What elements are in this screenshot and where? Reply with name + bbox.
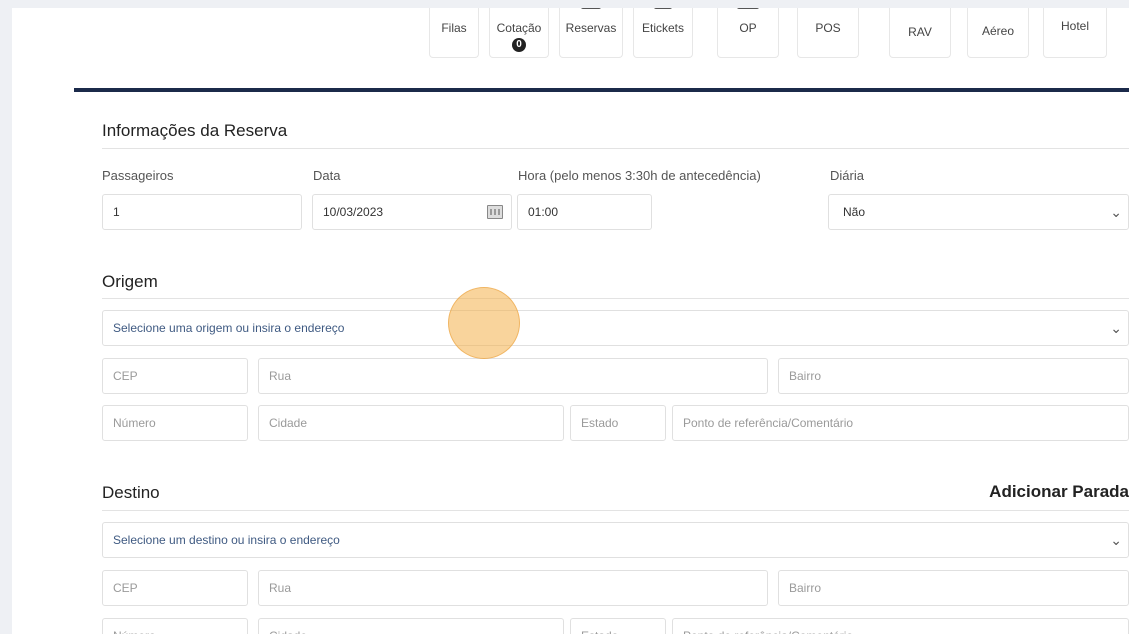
origem-estado-input[interactable]: Estado: [570, 405, 666, 441]
screen-frame: Filas Cotação 0 Reservas Etickets OP POS…: [0, 0, 1129, 634]
add-stop-link[interactable]: Adicionar Parada: [989, 482, 1129, 502]
nav-op[interactable]: OP: [717, 8, 779, 58]
nav-hotel[interactable]: Hotel: [1043, 8, 1107, 58]
origem-rua-input[interactable]: Rua: [258, 358, 768, 394]
data-label: Data: [313, 168, 341, 183]
diaria-select[interactable]: Não ⌄: [828, 194, 1129, 230]
destino-cidade-input[interactable]: Cidade: [258, 618, 564, 634]
reserva-section-title: Informações da Reserva: [102, 121, 288, 140]
etickets-icon: [654, 8, 672, 9]
destino-select[interactable]: Selecione um destino ou insira o endereç…: [102, 522, 1129, 558]
destino-rua-input[interactable]: Rua: [258, 570, 768, 606]
passageiros-input[interactable]: 1: [102, 194, 302, 230]
nav-label: Aéreo: [981, 24, 1015, 38]
booking-page: Filas Cotação 0 Reservas Etickets OP POS…: [12, 8, 1129, 634]
nav-divider: [74, 88, 1129, 92]
destino-numero-input[interactable]: Número: [102, 618, 248, 634]
nav-filas[interactable]: Filas: [429, 8, 479, 58]
origem-cidade-input[interactable]: Cidade: [258, 405, 564, 441]
nav-cotacao[interactable]: Cotação 0: [489, 8, 549, 58]
cotacao-count-badge: 0: [512, 38, 526, 52]
nav-label: Reservas: [565, 21, 617, 35]
hora-input[interactable]: 01:00: [517, 194, 652, 230]
destino-cep-input[interactable]: CEP: [102, 570, 248, 606]
section-divider: [102, 510, 1129, 511]
origem-numero-input[interactable]: Número: [102, 405, 248, 441]
origem-select-placeholder: Selecione uma origem ou insira o endereç…: [113, 321, 345, 335]
origem-select[interactable]: Selecione uma origem ou insira o endereç…: [102, 310, 1129, 346]
section-divider: [102, 298, 1129, 299]
nav-label: RAV: [908, 25, 932, 39]
diaria-label: Diária: [830, 168, 864, 183]
diaria-value: Não: [843, 205, 866, 219]
destino-select-placeholder: Selecione um destino ou insira o endereç…: [113, 533, 340, 547]
section-divider: [102, 148, 1129, 149]
origem-section-title: Origem: [102, 272, 158, 291]
origem-cep-input[interactable]: CEP: [102, 358, 248, 394]
destino-estado-input[interactable]: Estado: [570, 618, 666, 634]
destino-bairro-input[interactable]: Bairro: [778, 570, 1129, 606]
chevron-down-icon: ⌄: [1110, 532, 1122, 548]
hora-label: Hora (pelo menos 3:30h de antecedência): [518, 168, 761, 183]
nav-label: OP: [739, 21, 757, 35]
nav-etickets[interactable]: Etickets: [633, 8, 693, 58]
data-input[interactable]: 10/03/2023: [312, 194, 512, 230]
nav-label: Filas: [441, 21, 467, 35]
destino-section-title: Destino: [102, 483, 160, 502]
op-icon: [737, 8, 759, 9]
origem-bairro-input[interactable]: Bairro: [778, 358, 1129, 394]
chevron-down-icon: ⌄: [1110, 320, 1122, 336]
cursor-highlight: [448, 287, 520, 359]
nav-aereo[interactable]: Aéreo: [967, 8, 1029, 58]
data-value: 10/03/2023: [323, 205, 384, 219]
passageiros-label: Passageiros: [102, 168, 174, 183]
chevron-down-icon: ⌄: [1110, 204, 1122, 220]
nav-label: Cotação: [496, 21, 542, 35]
nav-label: Etickets: [641, 21, 684, 35]
calendar-icon[interactable]: [487, 205, 503, 219]
nav-rav[interactable]: RAV: [889, 8, 951, 58]
nav-label: Hotel: [1060, 19, 1089, 33]
destino-referencia-input[interactable]: Ponto de referência/Comentário: [672, 618, 1129, 634]
reservas-icon: [581, 8, 601, 9]
nav-reservas[interactable]: Reservas: [559, 8, 623, 58]
nav-label: POS: [815, 21, 841, 35]
nav-pos[interactable]: POS: [797, 8, 859, 58]
origem-referencia-input[interactable]: Ponto de referência/Comentário: [672, 405, 1129, 441]
